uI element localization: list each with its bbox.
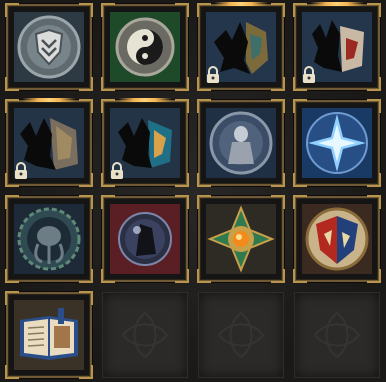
- collection-slot-heraldic-crest[interactable]: [293, 195, 381, 283]
- lock-icon: [303, 66, 315, 83]
- open-book-icon: [14, 300, 84, 370]
- collection-slot-empty: [294, 292, 380, 378]
- collection-slot-locked-crystal[interactable]: [101, 98, 189, 187]
- dark-orb-icon: [110, 204, 180, 274]
- collection-grid: [0, 0, 386, 382]
- collection-slot-empty: [102, 292, 188, 378]
- collection-slot-dark-orb[interactable]: [101, 195, 189, 283]
- shield-emblem-icon: [14, 12, 84, 82]
- lock-icon: [111, 162, 123, 179]
- empty-slot-pattern-icon: [217, 311, 265, 359]
- collection-slot-yin-yang[interactable]: [101, 3, 189, 91]
- collection-slot-stone-guardian[interactable]: [197, 99, 285, 187]
- collection-slot-empty: [198, 292, 284, 378]
- collection-slot-locked-dragon[interactable]: [197, 2, 285, 91]
- collection-slot-shield[interactable]: [5, 3, 93, 91]
- new-item-glow: [118, 98, 172, 102]
- collection-slot-locked-winged[interactable]: [5, 98, 93, 187]
- empty-slot-pattern-icon: [121, 311, 169, 359]
- collection-slot-ice-star[interactable]: [293, 99, 381, 187]
- lock-icon: [207, 66, 219, 83]
- empty-slot-pattern-icon: [313, 311, 361, 359]
- ornate-amber-icon: [206, 204, 276, 274]
- new-item-glow: [22, 98, 76, 102]
- yin-yang-icon: [110, 12, 180, 82]
- stone-guardian-icon: [206, 108, 276, 178]
- ice-star-icon: [302, 108, 372, 178]
- collection-slot-open-book[interactable]: [5, 291, 93, 379]
- collection-slot-ornate-amber[interactable]: [197, 195, 285, 283]
- new-item-glow: [310, 2, 364, 6]
- collection-slot-tentacle-beast[interactable]: [5, 195, 93, 283]
- collection-slot-locked-flame[interactable]: [293, 2, 381, 91]
- heraldic-crest-icon: [302, 204, 372, 274]
- new-item-glow: [214, 2, 268, 6]
- lock-icon: [15, 162, 27, 179]
- tentacle-beast-icon: [14, 204, 84, 274]
